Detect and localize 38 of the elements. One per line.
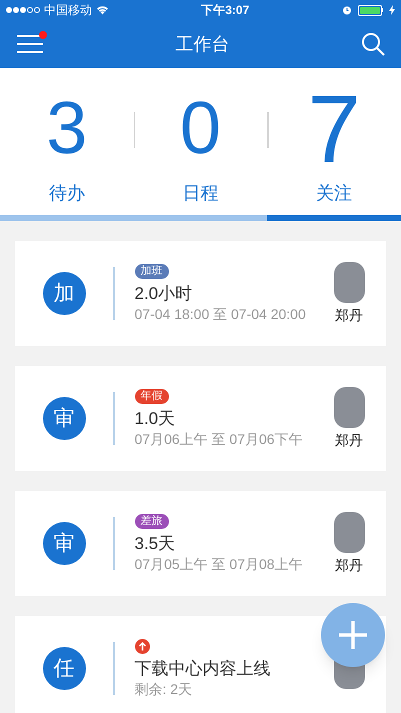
alarm-icon: [342, 5, 352, 15]
category-avatar: 任: [42, 647, 86, 690]
menu-icon: [16, 34, 44, 54]
task-title: 下载中心内容上线: [134, 658, 270, 680]
task-time-range: 剩余: 2天: [134, 680, 192, 698]
stat-tab[interactable]: 7 关注: [267, 80, 401, 215]
task-card[interactable]: 审 年假 1.0天 07月06上午 至 07月06下午 郑丹: [15, 366, 386, 471]
task-title: 2.0小时: [134, 283, 192, 305]
task-title: 3.5天: [134, 533, 176, 555]
stat-tab[interactable]: 0 日程: [134, 80, 268, 215]
category-tag: 加班: [134, 264, 168, 279]
task-card[interactable]: 加 加班 2.0小时 07-04 18:00 至 07-04 20:00 郑丹: [15, 241, 386, 346]
task-time-range: 07月06上午 至 07月06下午: [134, 430, 303, 448]
photo-placeholder: [334, 262, 364, 302]
menu-button[interactable]: [16, 34, 44, 54]
photo-placeholder: [334, 386, 364, 428]
wifi-icon: [96, 5, 109, 15]
category-avatar: 加: [42, 272, 86, 315]
battery-icon: [358, 4, 383, 16]
category-tag: 差旅: [134, 514, 168, 529]
task-time-range: 07-04 18:00 至 07-04 20:00: [134, 305, 306, 323]
person-name: 郑丹: [335, 306, 363, 324]
task-card[interactable]: 审 差旅 3.5天 07月05上午 至 07月08上午 郑丹: [15, 491, 386, 596]
page-title: 工作台: [176, 32, 230, 56]
search-icon[interactable]: [361, 32, 385, 56]
task-title: 1.0天: [134, 408, 176, 430]
category-tag: 年假: [134, 389, 168, 404]
carrier-name: 中国移动: [44, 2, 92, 19]
task-card[interactable]: 任 下载中心内容上线 剩余: 2天: [15, 616, 386, 713]
photo-placeholder: [334, 512, 364, 552]
stat-tab[interactable]: 3 待办: [0, 80, 134, 215]
category-avatar: 审: [42, 397, 86, 440]
person-name: 郑丹: [335, 556, 363, 574]
task-time-range: 07月05上午 至 07月08上午: [134, 555, 303, 573]
clock-time: 下午3:07: [201, 2, 250, 19]
plus-icon: [339, 621, 367, 649]
category-avatar: 审: [42, 522, 86, 565]
person-name: 郑丹: [335, 430, 363, 450]
